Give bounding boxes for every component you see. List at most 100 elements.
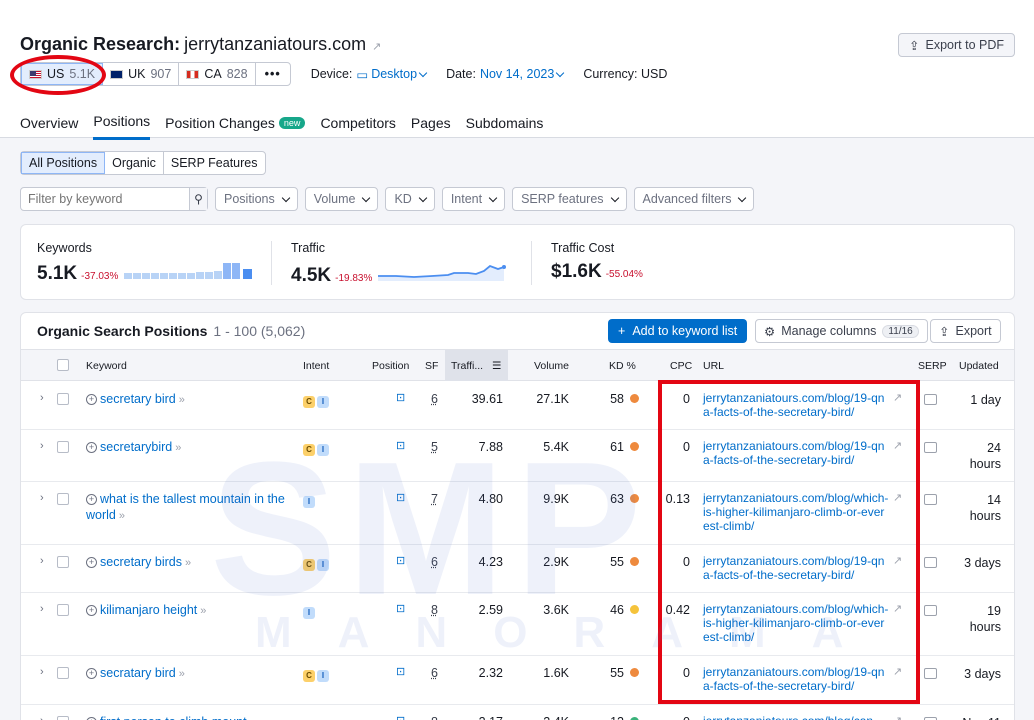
sf-count[interactable]: 8 bbox=[431, 603, 438, 617]
col-keyword[interactable]: Keyword bbox=[86, 360, 127, 372]
tab-overview[interactable]: Overview bbox=[20, 113, 78, 140]
serp-features-filter[interactable]: SERP features bbox=[512, 187, 627, 211]
table-row[interactable]: › + secretary birds» C I ⊡ 6 4.23 2.9K 55 0 jerryta… bbox=[21, 545, 1014, 593]
serp-feature-position-icon[interactable]: ⊡ bbox=[396, 714, 405, 720]
kd-filter[interactable]: KD bbox=[385, 187, 435, 211]
serp-feature-position-icon[interactable]: ⊡ bbox=[396, 391, 405, 404]
row-checkbox[interactable] bbox=[57, 716, 69, 720]
col-updated[interactable]: Updated bbox=[959, 360, 999, 372]
sf-count[interactable]: 6 bbox=[431, 392, 438, 406]
serp-snapshot-icon[interactable] bbox=[924, 668, 937, 679]
table-row[interactable]: › + kilimanjaro height» I ⊡ 8 2.59 3.6K 46 0.42 je… bbox=[21, 593, 1014, 656]
url-link[interactable]: jerrytanzaniatours.com/blog/can- bbox=[703, 714, 889, 720]
col-serp[interactable]: SERP bbox=[918, 360, 947, 372]
keyword-link[interactable]: +first person to climb mount» bbox=[86, 714, 291, 720]
subtab-serp-features[interactable]: SERP Features bbox=[164, 152, 265, 174]
tab-competitors[interactable]: Competitors bbox=[320, 113, 395, 140]
volume-filter[interactable]: Volume bbox=[304, 187, 379, 211]
serp-feature-position-icon[interactable]: ⊡ bbox=[396, 602, 405, 615]
add-keyword-icon[interactable]: + bbox=[86, 668, 97, 679]
keyword-text[interactable]: secretary bird bbox=[100, 392, 176, 406]
chevron-right-icon[interactable]: › bbox=[40, 492, 44, 504]
col-cpc[interactable]: CPC bbox=[670, 360, 692, 372]
tab-position-changes[interactable]: Position Changes new bbox=[165, 113, 306, 140]
external-link-icon[interactable]: ↗ bbox=[893, 665, 902, 678]
external-link-icon[interactable]: ↗ bbox=[893, 602, 902, 615]
sf-count[interactable]: 5 bbox=[431, 440, 438, 454]
add-keyword-icon[interactable]: + bbox=[86, 605, 97, 616]
keyword-link[interactable]: + secretarybird» bbox=[86, 439, 291, 456]
serp-snapshot-icon[interactable] bbox=[924, 557, 937, 568]
url-link[interactable]: jerrytanzaniatours.com/blog/19-qna-facts… bbox=[703, 439, 889, 467]
keyword-text[interactable]: secretary birds bbox=[100, 555, 182, 569]
external-link-icon[interactable]: ↗ bbox=[893, 391, 902, 404]
table-row[interactable]: › + secratary bird» C I ⊡ 6 2.32 1.6K 55 0 jerrytan… bbox=[21, 656, 1014, 705]
tab-positions[interactable]: Positions bbox=[93, 113, 151, 140]
keyword-text[interactable]: secratary bird bbox=[100, 666, 176, 680]
manage-columns-button[interactable]: ⚙ Manage columns 11/16 bbox=[755, 319, 928, 343]
tab-pages[interactable]: Pages bbox=[411, 113, 451, 140]
url-link[interactable]: jerrytanzaniatours.com/blog/which-is-hig… bbox=[703, 491, 889, 533]
keyword-text[interactable]: what is the tallest mountain in the worl… bbox=[86, 492, 285, 522]
metric-value[interactable]: 4.5K bbox=[291, 265, 331, 287]
db-ca-button[interactable]: CA 828 bbox=[179, 63, 256, 85]
url-link[interactable]: jerrytanzaniatours.com/blog/which-is-hig… bbox=[703, 602, 889, 644]
serp-link-icon[interactable]: » bbox=[179, 668, 185, 680]
intent-filter[interactable]: Intent bbox=[441, 187, 506, 211]
row-checkbox[interactable] bbox=[57, 556, 69, 568]
advanced-filters[interactable]: Advanced filters bbox=[633, 187, 755, 211]
chevron-right-icon[interactable]: › bbox=[40, 715, 44, 720]
table-row[interactable]: › + what is the tallest mountain in the wo… bbox=[21, 482, 1014, 545]
device-selector[interactable]: Device: ▭ Desktop bbox=[311, 67, 428, 82]
db-us-button[interactable]: US 5.1K bbox=[21, 63, 104, 85]
row-checkbox[interactable] bbox=[57, 604, 69, 616]
subtab-all-positions[interactable]: All Positions bbox=[21, 152, 106, 174]
keyword-link[interactable]: + what is the tallest mountain in the wor… bbox=[86, 491, 291, 524]
add-keyword-icon[interactable]: + bbox=[86, 494, 97, 505]
serp-feature-position-icon[interactable]: ⊡ bbox=[396, 665, 405, 678]
keyword-text[interactable]: kilimanjaro height bbox=[100, 603, 197, 617]
serp-link-icon[interactable]: » bbox=[200, 605, 206, 617]
sf-count[interactable]: 8 bbox=[431, 715, 438, 720]
sf-count[interactable]: 6 bbox=[431, 666, 438, 680]
external-link-icon[interactable]: ↗ bbox=[893, 439, 902, 452]
metric-value[interactable]: $1.6K bbox=[551, 261, 602, 283]
row-checkbox[interactable] bbox=[57, 493, 69, 505]
external-link-icon[interactable]: ↗ bbox=[893, 491, 902, 504]
serp-feature-position-icon[interactable]: ⊡ bbox=[396, 554, 405, 567]
external-link-icon[interactable]: ↗ bbox=[893, 714, 902, 720]
metric-value[interactable]: 5.1K bbox=[37, 263, 77, 285]
export-pdf-button[interactable]: ⇪ Export to PDF bbox=[898, 33, 1015, 57]
add-keyword-icon[interactable]: + bbox=[86, 442, 97, 453]
keyword-link[interactable]: + secretary birds» bbox=[86, 554, 291, 571]
serp-snapshot-icon[interactable] bbox=[924, 494, 937, 505]
add-keyword-icon[interactable]: + bbox=[86, 557, 97, 568]
keyword-text[interactable]: secretarybird bbox=[100, 440, 172, 454]
col-intent[interactable]: Intent bbox=[303, 360, 329, 372]
serp-link-icon[interactable]: » bbox=[175, 442, 181, 454]
serp-feature-position-icon[interactable]: ⊡ bbox=[396, 439, 405, 452]
db-uk-button[interactable]: UK 907 bbox=[103, 63, 180, 85]
serp-link-icon[interactable]: » bbox=[119, 510, 125, 522]
chevron-right-icon[interactable]: › bbox=[40, 603, 44, 615]
sf-count[interactable]: 7 bbox=[431, 492, 438, 506]
search-icon[interactable]: ⚲ bbox=[189, 188, 207, 210]
sf-count[interactable]: 6 bbox=[431, 555, 438, 569]
keyword-text[interactable]: first person to climb mount bbox=[100, 715, 247, 720]
serp-snapshot-icon[interactable] bbox=[924, 442, 937, 453]
table-row[interactable]: › + secretarybird» C I ⊡ 5 7.88 5.4K 61 0 jerrytanz… bbox=[21, 430, 1014, 482]
serp-link-icon[interactable]: » bbox=[179, 394, 185, 406]
serp-link-icon[interactable]: » bbox=[185, 557, 191, 569]
keyword-link[interactable]: + secretary bird» bbox=[86, 391, 291, 408]
external-link-icon[interactable]: ↗ bbox=[372, 40, 383, 53]
more-databases-button[interactable]: ••• bbox=[256, 63, 290, 85]
url-link[interactable]: jerrytanzaniatours.com/blog/19-qna-facts… bbox=[703, 391, 889, 419]
chevron-right-icon[interactable]: › bbox=[40, 666, 44, 678]
col-sf[interactable]: SF bbox=[425, 360, 438, 372]
tab-subdomains[interactable]: Subdomains bbox=[466, 113, 544, 140]
chevron-right-icon[interactable]: › bbox=[40, 392, 44, 404]
col-volume[interactable]: Volume bbox=[534, 360, 569, 372]
select-all-checkbox[interactable] bbox=[57, 359, 69, 371]
sort-icon[interactable]: ☰ bbox=[492, 360, 501, 372]
external-link-icon[interactable]: ↗ bbox=[893, 554, 902, 567]
